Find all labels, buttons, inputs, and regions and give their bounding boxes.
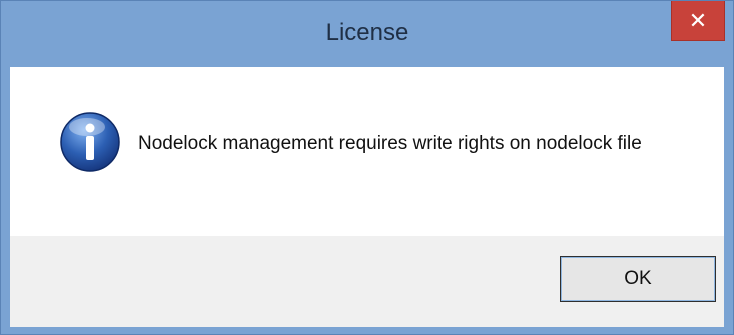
button-bar: OK — [10, 236, 724, 327]
close-button[interactable]: ✕ — [671, 1, 725, 41]
close-icon: ✕ — [688, 7, 708, 33]
license-dialog: License ✕ Nodelock management requires w… — [0, 0, 734, 335]
title-bar[interactable]: License ✕ — [1, 1, 733, 67]
message-area: Nodelock management requires write right… — [10, 67, 724, 236]
window-title: License — [325, 19, 409, 46]
information-icon — [60, 112, 120, 172]
dialog-client-area: Nodelock management requires write right… — [10, 67, 724, 327]
message-text: Nodelock management requires write right… — [138, 133, 642, 154]
ok-button[interactable]: OK — [560, 256, 716, 302]
